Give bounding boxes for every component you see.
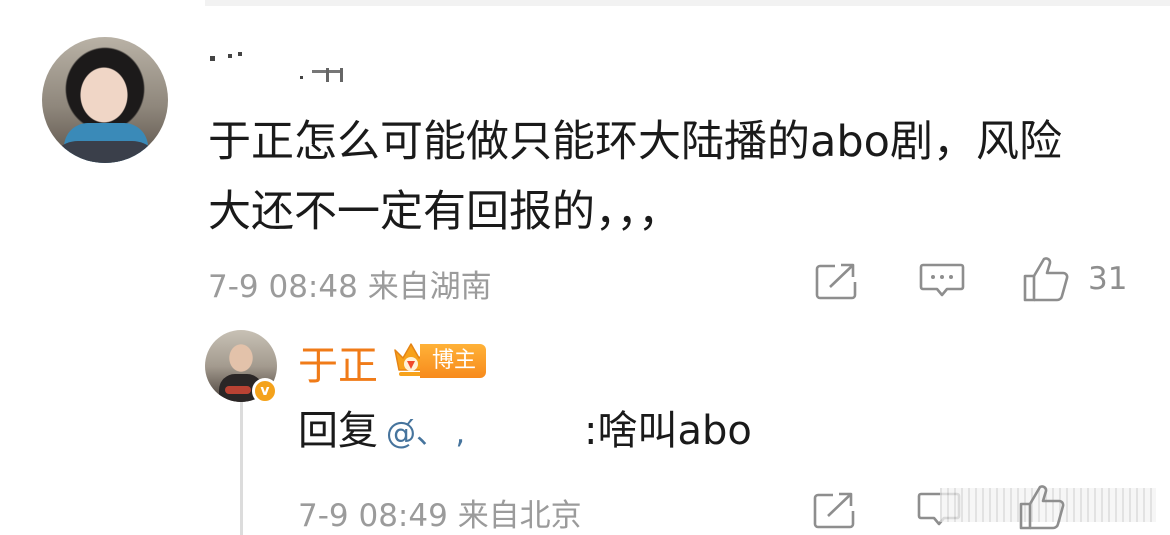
reply-location: 来自北京: [457, 498, 582, 534]
blogger-badge: 博主: [420, 344, 487, 378]
avatar-arm: [225, 386, 251, 394]
comment-icon[interactable]: [919, 262, 965, 300]
reply-author-name[interactable]: 于正: [298, 333, 378, 391]
reply-thread-line: [240, 400, 243, 535]
reply-prefix: 回复: [298, 408, 378, 454]
comment-line-2: 大还不一定有回报的，，，: [208, 187, 681, 237]
reply-share-icon[interactable]: [813, 491, 857, 529]
commenter-name-redacted[interactable]: [208, 48, 368, 88]
reply-body: :啥叫abo: [584, 408, 752, 454]
like-count: 31: [1088, 261, 1128, 297]
top-divider: [205, 0, 1170, 6]
reply-mention-link[interactable]: @́、 ,: [386, 414, 465, 454]
comment-time: 7-9 08:48: [208, 269, 358, 305]
like-icon[interactable]: [1022, 256, 1070, 302]
share-icon[interactable]: [815, 262, 859, 300]
comment-location: 来自湖南: [367, 269, 492, 305]
comment-meta: 7-9 08:48 来自湖南: [208, 261, 492, 306]
avatar-coat: [48, 141, 162, 163]
comment-body: 于正怎么可能做只能环大陆播的abo剧，风险 大还不一定有回报的，，，: [208, 107, 1128, 247]
commenter-avatar[interactable]: [42, 37, 168, 163]
reply-time: 7-9 08:49: [298, 498, 448, 534]
verified-badge-icon: v: [252, 378, 278, 404]
comment-line-1: 于正怎么可能做只能环大陆播的abo剧，风险: [208, 117, 1062, 167]
reply-like-icon[interactable]: [1018, 484, 1066, 530]
reply-meta: 7-9 08:49 来自北京: [298, 490, 582, 535]
